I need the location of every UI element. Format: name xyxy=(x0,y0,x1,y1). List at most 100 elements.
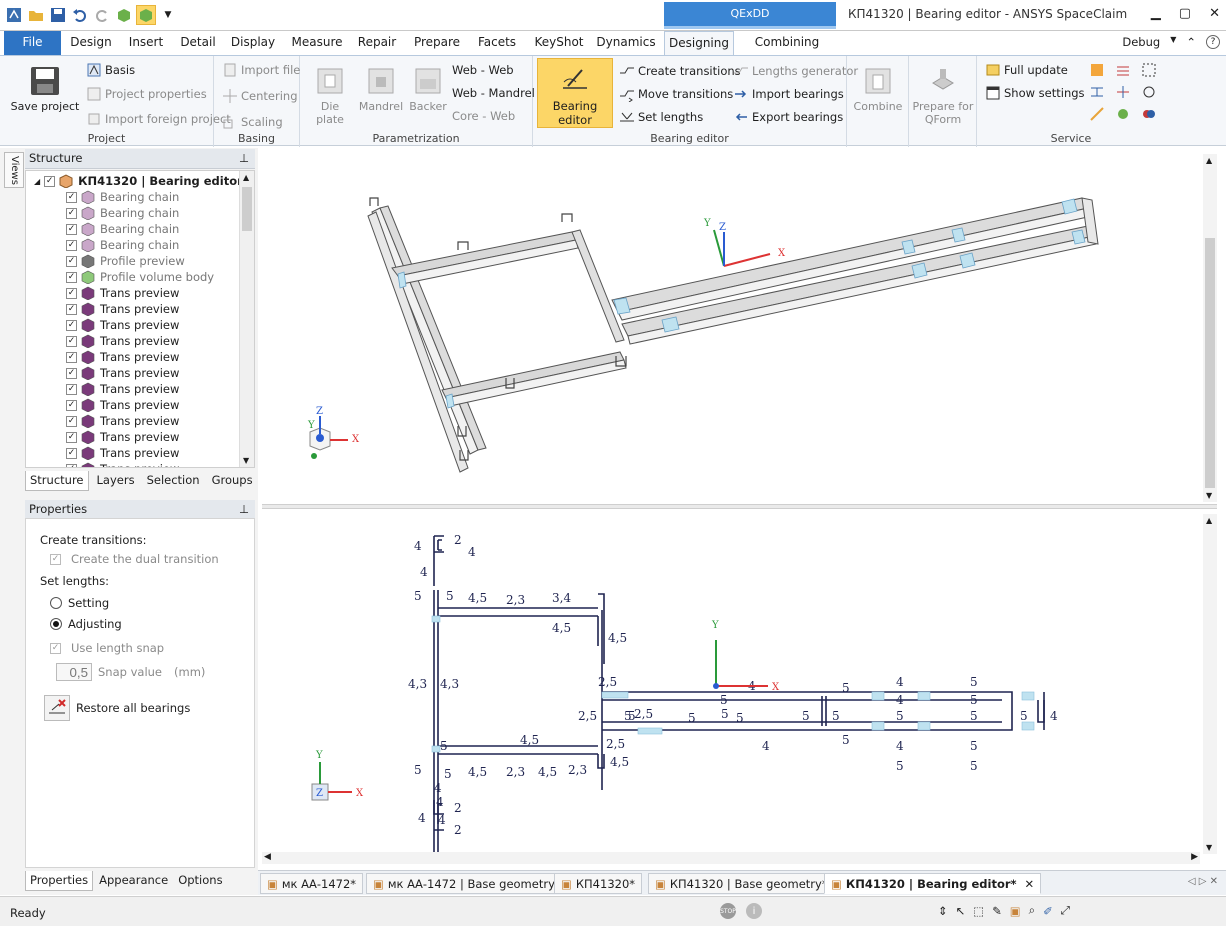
lengths-generator-button[interactable]: Lengths generator xyxy=(733,63,858,79)
tab-detail[interactable]: Detail xyxy=(176,31,220,55)
tree-item[interactable]: ✓ Profile volume body xyxy=(66,269,214,285)
core-web-button[interactable]: Core - Web xyxy=(452,109,515,123)
tree-item[interactable]: ✓Trans preview xyxy=(66,333,179,349)
tab-appearance[interactable]: Appearance xyxy=(95,871,172,891)
tree-checkbox[interactable]: ✓ xyxy=(66,287,77,299)
tree-checkbox[interactable]: ✓ xyxy=(66,367,77,379)
tree-item[interactable]: ✓ Bearing chain xyxy=(66,221,179,237)
combine-button[interactable]: Combine xyxy=(853,60,903,113)
save-icon[interactable] xyxy=(48,5,68,25)
tree-checkbox[interactable]: ✓ xyxy=(66,351,77,363)
die-plate-button[interactable]: Die plate xyxy=(306,60,354,126)
tree-scrollbar[interactable]: ▲ ▼ xyxy=(239,171,254,467)
tab-measure[interactable]: Measure xyxy=(286,31,348,55)
bearing-editor-button[interactable]: Bearing editor xyxy=(537,58,613,128)
export-bearings-button[interactable]: Export bearings xyxy=(733,109,843,125)
sketch-icon[interactable]: ✎ xyxy=(992,904,1002,918)
collapse-ribbon-icon[interactable]: ⌃ xyxy=(1186,35,1196,49)
tab-groups[interactable]: Groups xyxy=(208,471,257,491)
tree-checkbox[interactable]: ✓ xyxy=(66,303,77,315)
scroll-right-icon[interactable]: ▶ xyxy=(1191,852,1198,862)
bottom-view-scrollbar[interactable]: ▲ ▼ xyxy=(1203,514,1217,854)
tab-close-all-icon[interactable]: ✕ xyxy=(1210,876,1218,887)
tab-display[interactable]: Display xyxy=(226,31,280,55)
import-bearings-button[interactable]: Import bearings xyxy=(733,86,844,102)
web-mandrel-button[interactable]: Web - Mandrel xyxy=(452,86,535,100)
tab-file[interactable]: File xyxy=(4,31,61,55)
dual-transition-checkbox[interactable]: ✓ Create the dual transition xyxy=(50,552,219,566)
views-side-tab[interactable]: Views xyxy=(4,152,24,188)
pin-icon[interactable]: ⊥ xyxy=(239,500,249,519)
use-length-snap-checkbox[interactable]: ✓ Use length snap xyxy=(50,641,164,655)
tab-dynamics[interactable]: Dynamics xyxy=(594,31,658,55)
scroll-down-icon[interactable]: ▼ xyxy=(1206,843,1212,852)
tab-facets[interactable]: Facets xyxy=(472,31,522,55)
project-properties-button[interactable]: Project properties xyxy=(86,86,207,102)
cube-green-icon[interactable] xyxy=(114,5,134,25)
spin-icon[interactable]: ⇕ xyxy=(938,904,948,918)
tree-checkbox[interactable]: ✓ xyxy=(66,207,77,219)
tool-a-icon[interactable] xyxy=(1089,62,1105,78)
tool-c-icon[interactable] xyxy=(1141,62,1157,78)
stop-icon[interactable]: STOP xyxy=(720,903,736,919)
redo-icon[interactable] xyxy=(92,5,112,25)
tree-checkbox[interactable]: ✓ xyxy=(66,399,77,411)
pen-icon[interactable]: ✐ xyxy=(1043,904,1053,918)
tree-item[interactable]: ✓ Profile preview xyxy=(66,253,185,269)
tree-checkbox[interactable]: ✓ xyxy=(66,271,77,283)
tree-item[interactable]: ✓ Bearing chain xyxy=(66,237,179,253)
doc-tab-1[interactable]: ▣ мк АА-1472* xyxy=(260,873,364,894)
isometric-view[interactable]: X Y Z X Z Y xyxy=(262,150,1200,504)
basis-button[interactable]: Basis xyxy=(86,62,135,78)
view-cube-2d[interactable]: Z Y X xyxy=(311,750,364,801)
info-icon[interactable]: i xyxy=(746,903,762,919)
adjusting-radio[interactable]: Adjusting xyxy=(50,617,122,631)
show-settings-button[interactable]: Show settings xyxy=(985,85,1085,101)
move-transitions-button[interactable]: Move transitions xyxy=(619,86,733,102)
tree-checkbox[interactable]: ✓ xyxy=(44,175,56,187)
tab-layers[interactable]: Layers xyxy=(93,471,139,491)
tree-item[interactable]: ✓ Bearing chain xyxy=(66,205,179,221)
close-icon[interactable]: ✕ xyxy=(1209,6,1220,21)
setting-radio[interactable]: Setting xyxy=(50,596,109,610)
tool-h-icon[interactable] xyxy=(1115,106,1131,122)
tab-design[interactable]: Design xyxy=(66,31,116,55)
doc-tab-5-active[interactable]: ▣ КП41320 | Bearing editor* ✕ xyxy=(824,873,1042,894)
tab-options[interactable]: Options xyxy=(174,871,226,891)
set-lengths-button[interactable]: Set lengths xyxy=(619,109,703,125)
cube-highlight-icon[interactable] xyxy=(136,5,156,25)
tree-item[interactable]: ✓Trans preview xyxy=(66,285,179,301)
app-icon[interactable] xyxy=(4,5,24,25)
tree-checkbox[interactable]: ✓ xyxy=(66,255,77,267)
tool-i-icon[interactable] xyxy=(1141,106,1157,122)
web-web-button[interactable]: Web - Web xyxy=(452,63,514,77)
scroll-left-icon[interactable]: ◀ xyxy=(264,852,271,862)
expand-arrow-icon[interactable]: ◢ xyxy=(34,177,40,186)
customize-qat-icon[interactable]: ▼ xyxy=(158,5,178,25)
tab-prepare[interactable]: Prepare xyxy=(408,31,466,55)
tree-root[interactable]: ◢ ✓ КП41320 | Bearing editor xyxy=(34,173,243,189)
profile-2d-view[interactable]: 4 2 4 4 5 5 4,5 2,3 3,4 4,5 4,5 4,3 4,3 … xyxy=(262,510,1200,860)
scroll-up-icon[interactable]: ▲ xyxy=(1206,516,1212,525)
tab-combining-tools[interactable]: Combining tools xyxy=(740,31,834,72)
prepare-for-qform-button[interactable]: Prepare for QForm xyxy=(911,60,975,126)
debug-menu[interactable]: Debug xyxy=(1122,35,1160,49)
view-cube[interactable]: X Z Y xyxy=(307,406,360,459)
material-icon[interactable]: ▣ xyxy=(1010,904,1021,918)
top-view-scrollbar[interactable]: ▲ ▼ xyxy=(1203,154,1217,502)
tool-b-icon[interactable] xyxy=(1115,62,1131,78)
box-select-icon[interactable]: ⬚ xyxy=(973,904,984,918)
tree-checkbox[interactable]: ✓ xyxy=(66,415,77,427)
tree-item[interactable]: ✓Trans preview xyxy=(66,365,179,381)
tree-item[interactable]: ✓Trans preview xyxy=(66,445,179,461)
scroll-down-icon[interactable]: ▼ xyxy=(1206,491,1212,500)
snap-value-input[interactable] xyxy=(56,663,92,681)
tree-checkbox[interactable]: ✓ xyxy=(66,431,77,443)
backer-button[interactable]: Backer xyxy=(406,60,450,113)
doc-tab-3[interactable]: ▣ КП41320* xyxy=(554,873,643,894)
import-file-button[interactable]: Import file xyxy=(222,62,300,78)
tree-checkbox[interactable]: ✓ xyxy=(66,463,77,467)
tree-item[interactable]: ✓Trans preview xyxy=(66,349,179,365)
tool-f-icon[interactable] xyxy=(1141,84,1157,100)
tree-item[interactable]: ✓Trans preview xyxy=(66,429,179,445)
